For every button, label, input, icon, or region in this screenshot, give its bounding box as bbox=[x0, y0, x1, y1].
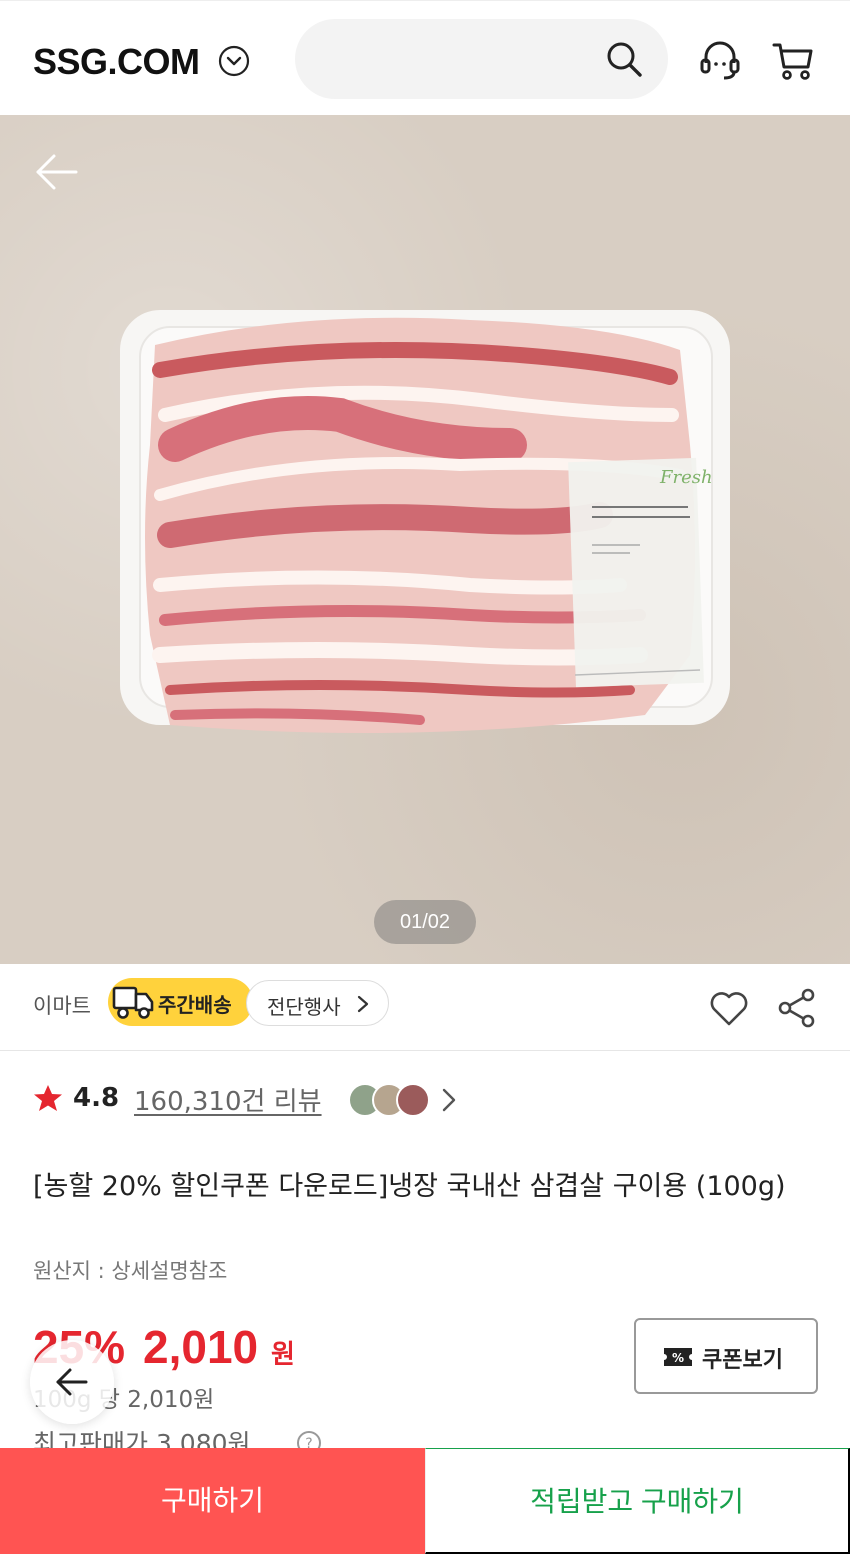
chevron-right-icon[interactable] bbox=[440, 1087, 458, 1113]
headset-icon[interactable] bbox=[696, 37, 744, 85]
chevron-right-icon bbox=[357, 995, 369, 1013]
back-arrow-icon bbox=[56, 1368, 88, 1396]
rating-row: 4.8 160,310건 리뷰 bbox=[0, 1075, 850, 1125]
search-icon[interactable] bbox=[604, 39, 644, 79]
truck-icon bbox=[112, 986, 154, 1019]
ssg-logo[interactable]: SSG.COM bbox=[33, 41, 200, 83]
product-photo: Fresh bbox=[120, 310, 730, 733]
review-count-link[interactable]: 160,310건 리뷰 bbox=[134, 1081, 322, 1118]
heart-icon[interactable] bbox=[707, 986, 751, 1030]
currency-unit: 원 bbox=[271, 1340, 295, 1370]
product-title: [농할 20% 할인쿠폰 다운로드]냉장 국내산 삼겹살 구이용 (100g) bbox=[33, 1171, 786, 1202]
product-image-gallery[interactable]: Fresh 01/02 bbox=[0, 115, 850, 964]
coupon-icon: % bbox=[664, 1348, 692, 1366]
flyer-event-label: 전단행사 bbox=[267, 995, 341, 1019]
coupon-view-label: 쿠폰보기 bbox=[702, 1348, 783, 1373]
chevron-down-icon[interactable] bbox=[217, 44, 251, 78]
top-header: SSG.COM bbox=[0, 0, 850, 115]
star-icon bbox=[34, 1085, 62, 1111]
weekly-delivery-badge: 주간배송 bbox=[108, 978, 253, 1026]
price-row: 25% 2,010 원 bbox=[33, 1320, 593, 1380]
seller-row: 이마트 주간배송 전단행사 bbox=[0, 964, 850, 1051]
search-input[interactable] bbox=[295, 19, 668, 99]
back-arrow-icon[interactable] bbox=[34, 152, 80, 192]
review-thumbnail bbox=[396, 1083, 430, 1117]
share-icon[interactable] bbox=[776, 986, 818, 1030]
product-origin: 원산지 : 상세설명참조 bbox=[33, 1259, 228, 1283]
svg-text:Fresh: Fresh bbox=[659, 467, 713, 488]
rating-score: 4.8 bbox=[73, 1083, 120, 1113]
weekly-delivery-label: 주간배송 bbox=[158, 993, 232, 1017]
flyer-event-link[interactable]: 전단행사 bbox=[246, 980, 389, 1026]
floating-back-button[interactable] bbox=[30, 1340, 114, 1424]
seller-name[interactable]: 이마트 bbox=[33, 990, 91, 1020]
cart-icon[interactable] bbox=[770, 37, 816, 83]
coupon-view-button[interactable]: % 쿠폰보기 bbox=[634, 1318, 818, 1394]
sale-price: 2,010 bbox=[143, 1321, 259, 1373]
gallery-pager: 01/02 bbox=[374, 900, 476, 944]
buy-with-reward-button[interactable]: 적립받고 구매하기 bbox=[425, 1448, 850, 1554]
svg-text:%: % bbox=[672, 1351, 684, 1365]
bottom-action-bar: 구매하기 적립받고 구매하기 bbox=[0, 1448, 850, 1554]
product-page: SSG.COM Fresh 01/02 이마트 주간배송 전단행사 4.8 16… bbox=[0, 0, 850, 1554]
buy-button[interactable]: 구매하기 bbox=[0, 1448, 425, 1554]
review-photo-thumbnails[interactable] bbox=[348, 1083, 434, 1117]
